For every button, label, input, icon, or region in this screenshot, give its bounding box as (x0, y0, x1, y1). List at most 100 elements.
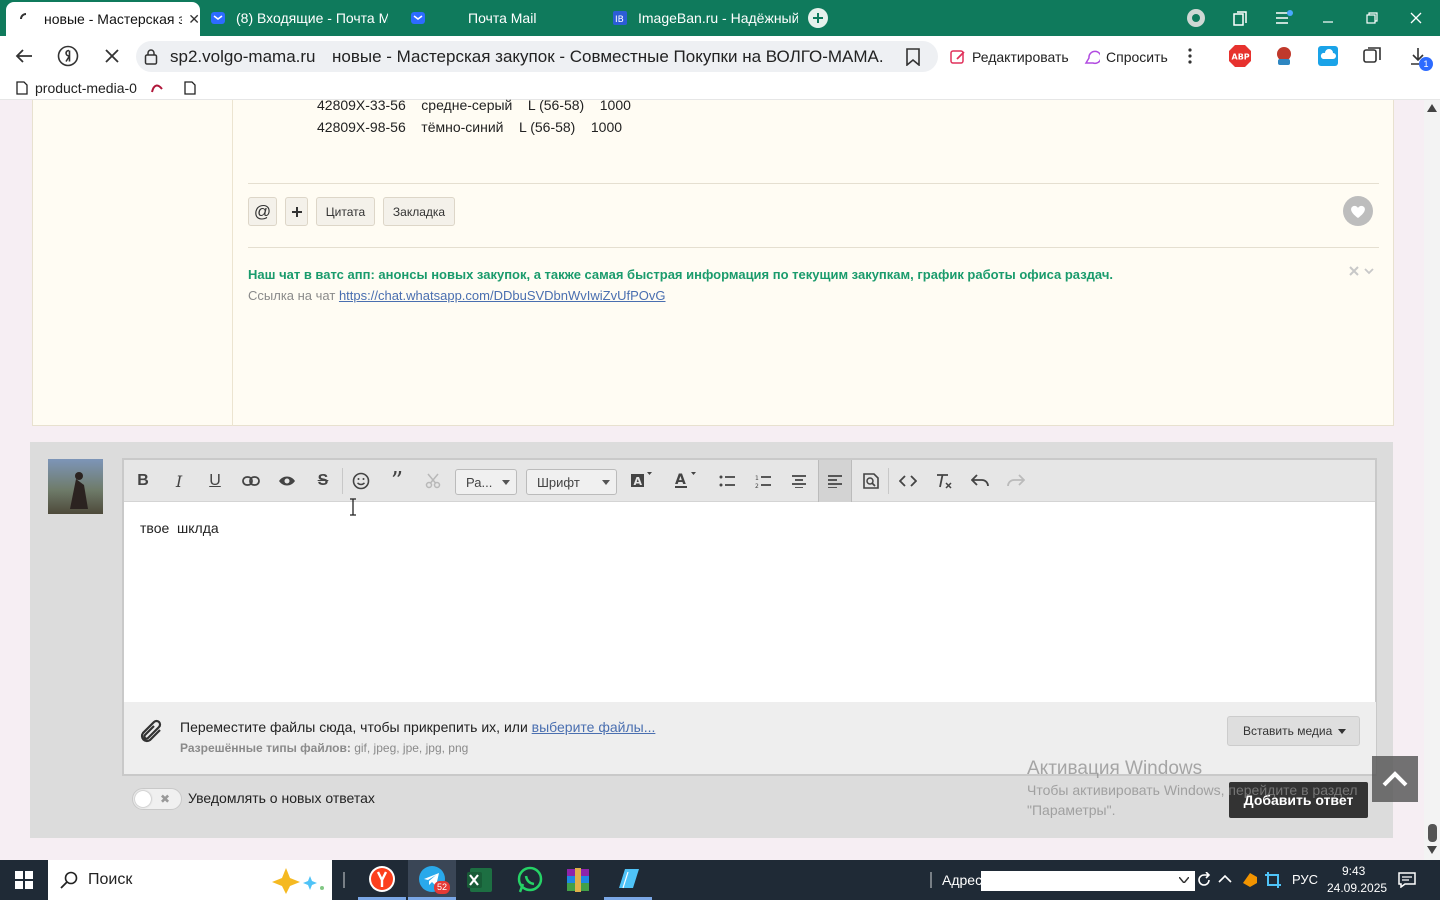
adblock-icon[interactable]: ABP (1224, 40, 1256, 72)
post-author-column (33, 100, 233, 426)
italic-icon[interactable]: I (162, 460, 196, 502)
restore-icon[interactable] (1350, 0, 1394, 36)
dismiss-notice-icon[interactable] (1349, 266, 1375, 278)
site-icon[interactable] (150, 81, 164, 95)
menu-icon[interactable] (1262, 0, 1306, 36)
cut-icon[interactable] (416, 460, 450, 502)
profile-icon[interactable] (1174, 0, 1218, 36)
emoji-icon[interactable] (344, 460, 378, 502)
tray-crop-icon[interactable] (1265, 872, 1281, 888)
choose-files-link[interactable]: выберите файлы... (532, 719, 656, 735)
mention-button[interactable]: @ (248, 197, 277, 226)
sidebar-icon[interactable] (1356, 40, 1388, 72)
code-icon[interactable] (891, 460, 925, 502)
redo-icon[interactable] (999, 460, 1033, 502)
tab-mail[interactable]: Почта Mail (410, 0, 600, 36)
close-icon[interactable]: ✕ (188, 11, 200, 28)
paragraph-style-select[interactable]: Ра... (455, 469, 517, 495)
download-icon[interactable]: 1 (1402, 40, 1434, 72)
bookmark-icon[interactable] (906, 48, 920, 66)
numbered-list-icon[interactable]: 12 (746, 460, 780, 502)
post-line: 42809X-33-56 средне-серый L (56-58) 1000 (317, 97, 631, 113)
telegram-taskbar-icon[interactable]: 52 (408, 860, 456, 900)
taskbar-search[interactable]: Поиск (48, 860, 332, 900)
add-button[interactable] (285, 197, 308, 226)
stop-loading-icon[interactable] (96, 40, 128, 72)
taskbar: Поиск 52 Адрес РУС 9:43 24.09.2025 (0, 860, 1440, 900)
notifications-icon[interactable] (1398, 872, 1416, 888)
spoiler-eye-icon[interactable] (270, 460, 304, 502)
text-cursor-icon (348, 498, 358, 516)
chevron-up-icon[interactable] (1218, 874, 1232, 883)
close-window-icon[interactable] (1394, 0, 1438, 36)
whatsapp-taskbar-icon[interactable] (506, 860, 554, 900)
notice-line: Ссылка на чат https://chat.whatsapp.com/… (248, 288, 666, 303)
telegram-badge: 52 (434, 881, 451, 894)
bookmark-button[interactable]: Закладка (383, 197, 455, 226)
tab-label: Почта Mail (468, 10, 537, 26)
winrar-taskbar-icon[interactable] (554, 860, 602, 900)
sparkle-icon (264, 866, 326, 894)
strikethrough-icon[interactable]: S (306, 460, 340, 502)
tab-masterskaya[interactable]: новые - Мастерская за ✕ (6, 2, 200, 36)
tab-inbox[interactable]: (8) Входящие - Почта Ма (210, 0, 400, 36)
whatsapp-link[interactable]: https://chat.whatsapp.com/DDbuSVDbnWvIwi… (339, 288, 666, 303)
clock-time[interactable]: 9:43 (1342, 864, 1365, 878)
new-tab-button[interactable] (796, 0, 840, 36)
tab-imageban[interactable]: IB ImageBan.ru - Надёжный (612, 0, 802, 36)
avatar[interactable] (48, 459, 103, 514)
insert-media-button[interactable]: Вставить медиа (1227, 716, 1360, 746)
cloud-upload-icon[interactable] (1312, 40, 1344, 72)
address-toolbar-label: Адрес (942, 872, 983, 888)
refresh-icon[interactable] (1197, 872, 1211, 888)
align-center-icon[interactable] (782, 460, 816, 502)
preview-icon[interactable] (854, 460, 888, 502)
notify-toggle[interactable]: ✖ (132, 788, 182, 810)
scroll-down-arrow-icon[interactable] (1427, 846, 1437, 854)
clock-date[interactable]: 24.09.2025 (1327, 881, 1387, 895)
heart-icon[interactable] (1343, 196, 1373, 226)
omnibox[interactable]: sp2.volgo-mama.ru новые - Мастерская зак… (136, 41, 938, 72)
toggle-off-icon: ✖ (160, 792, 171, 806)
back-icon[interactable] (8, 40, 40, 72)
font-select[interactable]: Шрифт (526, 469, 617, 495)
undo-icon[interactable] (963, 460, 997, 502)
address-toolbar-input[interactable] (981, 871, 1195, 891)
extension-icon[interactable] (1268, 40, 1300, 72)
minimize-icon[interactable] (1306, 0, 1350, 36)
collections-icon[interactable] (1218, 0, 1262, 36)
link-icon[interactable] (234, 460, 268, 502)
forum-post: 42809X-33-56 средне-серый L (56-58) 1000… (32, 97, 1394, 426)
clear-format-icon[interactable] (927, 460, 961, 502)
ask-button[interactable]: Спросить (1080, 41, 1180, 72)
paperclip-icon (140, 718, 166, 746)
scrollbar-thumb[interactable] (1428, 824, 1437, 842)
tab-label: новые - Мастерская за (44, 11, 183, 27)
tab-bar: новые - Мастерская за ✕ (8) Входящие - П… (0, 0, 1440, 36)
underline-icon[interactable]: U (198, 460, 232, 502)
page-icon[interactable] (184, 81, 196, 95)
more-icon[interactable] (1182, 44, 1198, 68)
bookmark-product-media[interactable]: product-media-0 (35, 80, 137, 96)
editor-content[interactable]: твое шклда (140, 520, 219, 536)
svg-text:1: 1 (755, 475, 759, 482)
scroll-up-arrow-icon[interactable] (1427, 104, 1437, 112)
quote-button[interactable]: Цитата (316, 197, 375, 226)
excel-taskbar-icon[interactable] (456, 860, 504, 900)
notes-taskbar-icon[interactable] (604, 860, 652, 900)
language-indicator[interactable]: РУС (1292, 872, 1318, 887)
start-windows-icon[interactable] (0, 860, 48, 900)
bullet-list-icon[interactable] (710, 460, 744, 502)
quote-icon[interactable]: ” (380, 460, 414, 502)
dropdown-arrow-icon[interactable] (1179, 877, 1189, 883)
scroll-to-top-button[interactable] (1372, 756, 1418, 802)
tray-app-icon[interactable] (1242, 872, 1258, 888)
background-color-icon[interactable]: A (624, 460, 658, 502)
align-left-icon[interactable] (818, 460, 852, 502)
edit-button[interactable]: Редактировать (944, 41, 1072, 72)
yandex-icon[interactable] (52, 40, 84, 72)
bold-icon[interactable]: B (126, 460, 160, 502)
text-color-icon[interactable]: A (668, 460, 702, 502)
scrollbar[interactable] (1424, 100, 1440, 860)
yandex-browser-taskbar-icon[interactable] (358, 860, 406, 900)
